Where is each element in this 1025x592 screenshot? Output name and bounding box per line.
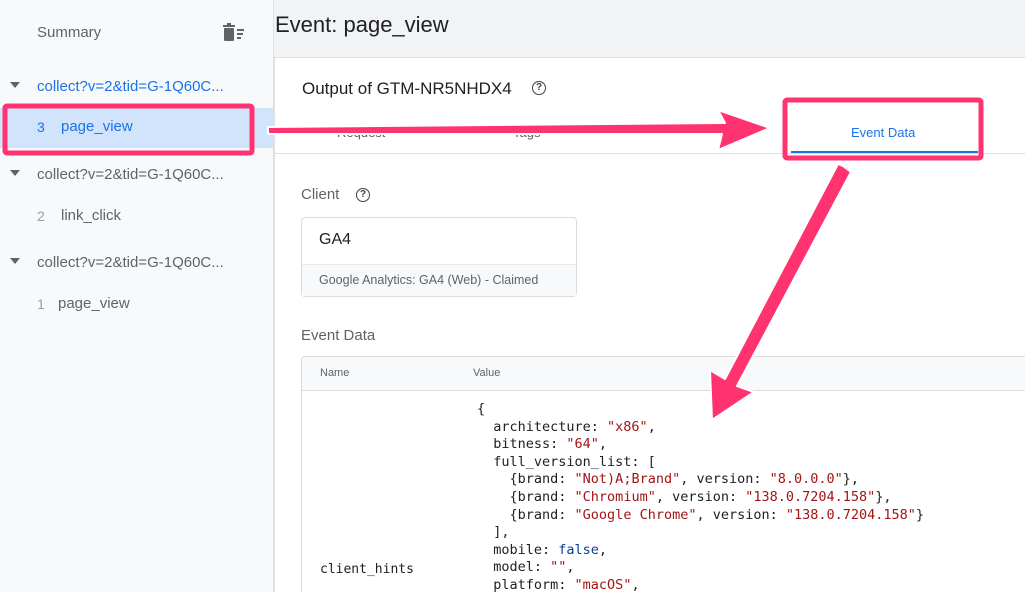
client-label: Client xyxy=(301,186,340,203)
code-token: , version: xyxy=(696,506,786,523)
table-row: client_hints { architecture: "x86", bitn… xyxy=(302,392,1025,592)
code-line: mobile: false, xyxy=(477,542,924,560)
code-token: {brand: xyxy=(477,488,575,505)
event-name: link_click xyxy=(61,207,122,224)
code-token: "" xyxy=(550,559,567,576)
code-token: "macOS" xyxy=(574,576,632,592)
code-token: "8.0.0.0" xyxy=(769,471,843,488)
page-title: Event: page_view xyxy=(275,12,449,37)
code-token: , xyxy=(647,418,656,435)
code-token: } xyxy=(915,506,925,523)
column-header-value: Value xyxy=(473,367,501,379)
event-data-label: Event Data xyxy=(301,327,376,344)
code-token: "138.0.7204.158" xyxy=(745,488,876,505)
code-token: }, xyxy=(875,488,892,505)
delete-sweep-icon[interactable] xyxy=(222,22,246,44)
client-name: GA4 xyxy=(319,231,352,248)
code-token: "Chromium" xyxy=(574,488,656,505)
tab-request[interactable]: Request xyxy=(337,125,385,140)
code-line: { xyxy=(477,401,924,419)
code-token: "x86" xyxy=(607,418,648,435)
output-card: Output of GTM-NR5NHDX4 ? Request Tags Ev… xyxy=(274,57,1025,592)
help-icon[interactable]: ? xyxy=(532,81,546,95)
request-label: collect?v=2&tid=G-1Q60C... xyxy=(37,77,224,95)
code-token: {brand: xyxy=(477,471,575,488)
code-token: {brand: xyxy=(477,506,575,523)
code-token: , xyxy=(566,559,575,576)
event-number: 2 xyxy=(37,208,45,224)
event-item[interactable]: 1 page_view xyxy=(0,285,274,325)
code-token: "Google Chrome" xyxy=(574,506,697,523)
request-label: collect?v=2&tid=G-1Q60C... xyxy=(37,253,224,271)
code-token: false xyxy=(558,541,599,558)
code-token: "138.0.7204.158" xyxy=(785,506,916,523)
request-item[interactable]: collect?v=2&tid=G-1Q60C... xyxy=(0,159,274,189)
event-item[interactable]: 2 link_click xyxy=(0,197,274,237)
code-line: model: "", xyxy=(477,559,924,577)
code-token: }, xyxy=(842,471,860,488)
code-line: ], xyxy=(477,524,924,542)
code-token: full_version_list: [ xyxy=(477,453,656,470)
code-token: , xyxy=(631,576,640,592)
table-header: Name Value xyxy=(302,357,1025,391)
code-token: bitness: xyxy=(477,436,567,453)
row-name: client_hints xyxy=(320,562,414,577)
tab-tags[interactable]: Tags xyxy=(513,125,540,140)
code-token: architecture: xyxy=(477,418,608,435)
code-line: platform: "macOS", xyxy=(477,577,924,592)
code-token: , version: xyxy=(655,488,746,505)
request-label: collect?v=2&tid=G-1Q60C... xyxy=(37,165,224,183)
code-token: "Not)A;Brand" xyxy=(574,471,681,488)
code-line: full_version_list: [ xyxy=(477,454,924,472)
code-token: mobile: xyxy=(477,541,559,558)
code-token: { xyxy=(477,401,486,417)
event-name: page_view xyxy=(61,118,133,135)
event-number: 1 xyxy=(37,296,45,312)
code-line: architecture: "x86", xyxy=(477,419,924,437)
caret-down-icon xyxy=(10,82,20,88)
code-line: {brand: "Google Chrome", version: "138.0… xyxy=(477,506,925,525)
client-card: GA4 Google Analytics: GA4 (Web) - Claime… xyxy=(301,217,577,297)
code-token: ], xyxy=(477,524,510,541)
code-line: {brand: "Chromium", version: "138.0.7204… xyxy=(477,489,924,507)
event-name: page_view xyxy=(58,295,130,312)
summary-link[interactable]: Summary xyxy=(37,24,101,41)
code-token: platform: xyxy=(477,576,575,592)
row-value-code: { architecture: "x86", bitness: "64", fu… xyxy=(477,401,924,592)
code-line: {brand: "Not)A;Brand", version: "8.0.0.0… xyxy=(477,471,924,489)
active-tab-indicator xyxy=(791,151,978,153)
tab-event-data[interactable]: Event Data xyxy=(851,125,915,140)
event-number: 3 xyxy=(37,119,45,135)
caret-down-icon xyxy=(10,258,20,264)
output-title: Output of GTM-NR5NHDX4 xyxy=(302,79,512,98)
code-token: , xyxy=(598,541,608,558)
event-data-table: Name Value client_hints { architecture: … xyxy=(301,356,1025,592)
request-item[interactable]: collect?v=2&tid=G-1Q60C... xyxy=(0,71,274,101)
code-token: model: xyxy=(477,559,551,576)
event-item[interactable]: 3 page_view xyxy=(0,108,274,148)
client-description: Google Analytics: GA4 (Web) - Claimed xyxy=(302,264,576,296)
help-icon[interactable]: ? xyxy=(356,188,370,202)
caret-down-icon xyxy=(10,170,20,176)
code-token: "64" xyxy=(566,436,599,453)
code-token: , xyxy=(598,436,608,453)
sidebar: Summary collect?v=2&tid=G-1Q60C... 3 pag… xyxy=(0,0,274,592)
request-item[interactable]: collect?v=2&tid=G-1Q60C... xyxy=(0,247,274,277)
column-header-name: Name xyxy=(320,367,350,379)
code-line: bitness: "64", xyxy=(477,436,924,454)
tab-bar: Request Tags Event Data xyxy=(275,113,1025,154)
code-token: , version: xyxy=(680,471,770,488)
